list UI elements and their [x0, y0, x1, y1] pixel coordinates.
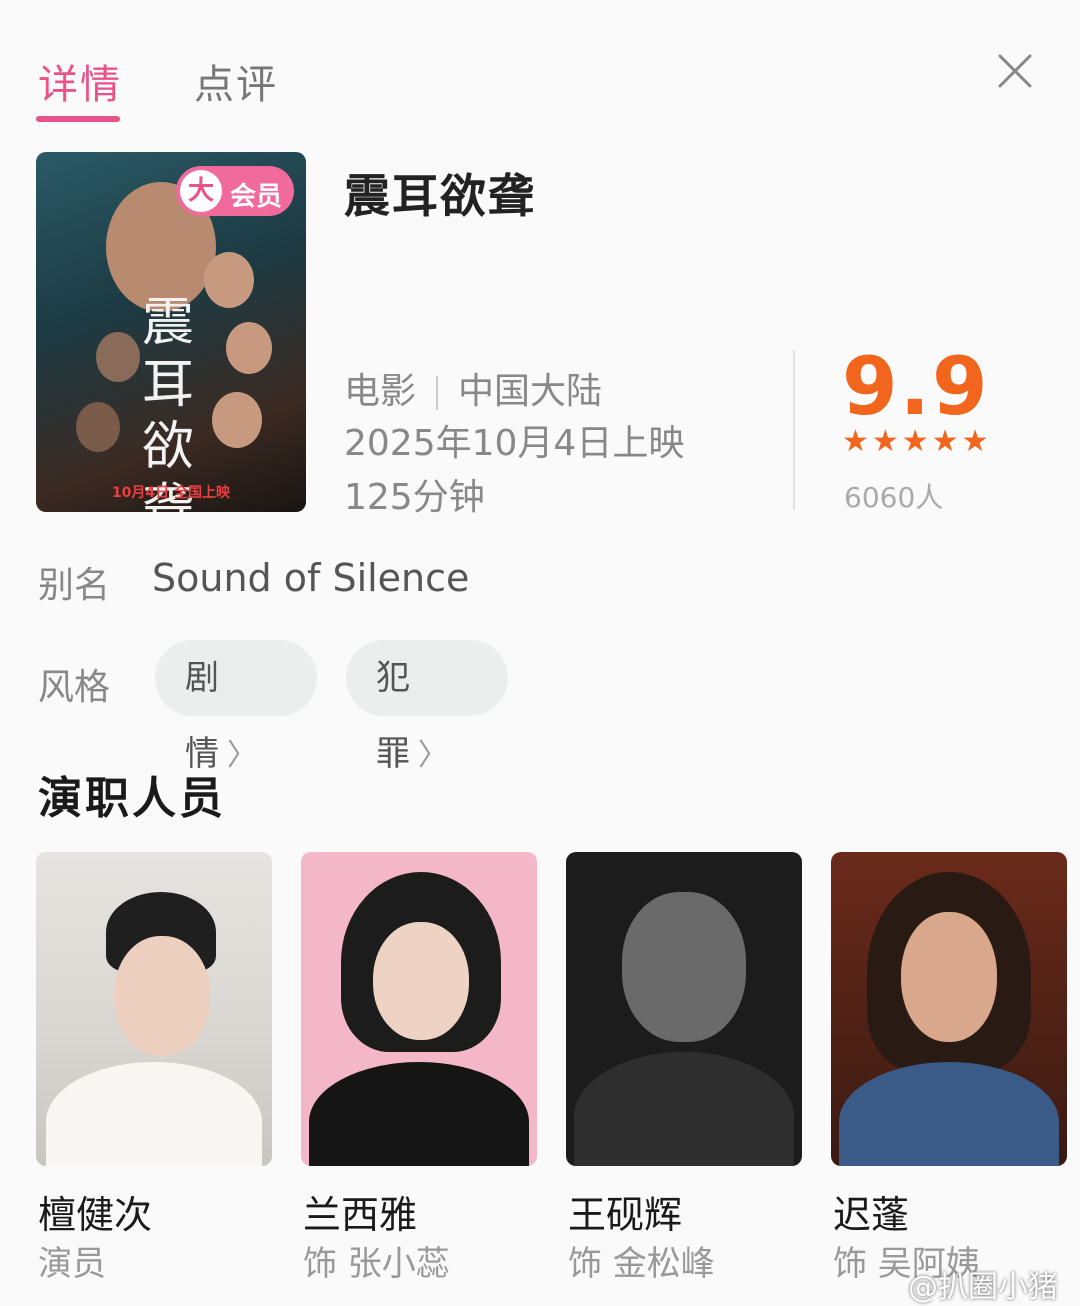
cast-card[interactable]: 迟蓬 饰 吴阿姨 [831, 852, 1067, 1284]
poster-figure [76, 402, 120, 452]
movie-duration: 125分钟 [344, 477, 485, 518]
alias-label: 别名 [38, 565, 111, 606]
cast-photo [301, 852, 537, 1166]
divider [793, 350, 795, 510]
poster-figure [96, 332, 140, 382]
cast-photo [36, 852, 272, 1166]
rating-score: 9.9 [842, 340, 990, 433]
tab-review[interactable]: 点评 [194, 52, 278, 110]
vip-badge: 大 会员 [176, 166, 294, 216]
cast-photo [831, 852, 1067, 1166]
genre-chip-crime[interactable]: 犯罪〉 [346, 640, 508, 774]
chevron-right-icon: 〉 [227, 738, 257, 773]
divider [436, 376, 439, 410]
poster-figure [226, 322, 272, 374]
cast-role: 饰 张小蕊 [303, 1244, 450, 1284]
movie-poster[interactable]: 大 会员 震耳欲聋 10月4日 全国上映 [36, 152, 306, 512]
chevron-right-icon: 〉 [418, 738, 448, 773]
movie-region: 中国大陆 [458, 371, 603, 412]
poster-release-line: 10月4日 全国上映 [111, 485, 231, 501]
cast-card[interactable]: 王砚辉 饰 金松峰 [566, 852, 802, 1284]
tab-detail[interactable]: 详情 [38, 52, 122, 110]
genre-chip-label: 剧情 [185, 658, 219, 774]
close-icon[interactable] [992, 48, 1038, 94]
movie-release-date: 2025年10月4日上映 [344, 423, 685, 464]
genre-chip-drama[interactable]: 剧情〉 [155, 640, 317, 774]
cast-section-title: 演职人员 [38, 773, 226, 824]
watermark: @扒圈小猪 [908, 1270, 1058, 1305]
cast-role: 饰 金松峰 [568, 1244, 715, 1284]
genre-chip-label: 犯罪 [376, 658, 410, 774]
poster-title-art: 震耳欲聋 [142, 293, 195, 512]
vip-badge-label: 会员 [230, 182, 283, 212]
rating-stars-icon: ★★★★★ [842, 424, 992, 459]
genre-label: 风格 [38, 667, 111, 708]
rating-count: 6060人 [844, 481, 944, 514]
poster-figure [212, 392, 262, 448]
cast-card[interactable]: 檀健次 演员 [36, 852, 272, 1284]
movie-title: 震耳欲聋 [344, 169, 536, 223]
tab-bar: 详情 点评 [0, 0, 1080, 132]
cast-name: 檀健次 [38, 1193, 153, 1237]
cast-card[interactable]: 兰西雅 饰 张小蕊 [301, 852, 537, 1284]
cast-name: 迟蓬 [833, 1193, 910, 1237]
cast-name: 兰西雅 [303, 1193, 418, 1237]
movie-type-region: 电影 中国大陆 [344, 362, 602, 414]
cast-name: 王砚辉 [568, 1193, 683, 1237]
active-tab-indicator [36, 116, 120, 122]
movie-type: 电影 [344, 371, 417, 412]
cast-photo [566, 852, 802, 1166]
alias-value: Sound of Silence [152, 556, 470, 600]
cast-role: 演员 [38, 1244, 106, 1284]
vip-badge-icon: 大 [180, 170, 222, 212]
poster-figure [204, 252, 254, 308]
